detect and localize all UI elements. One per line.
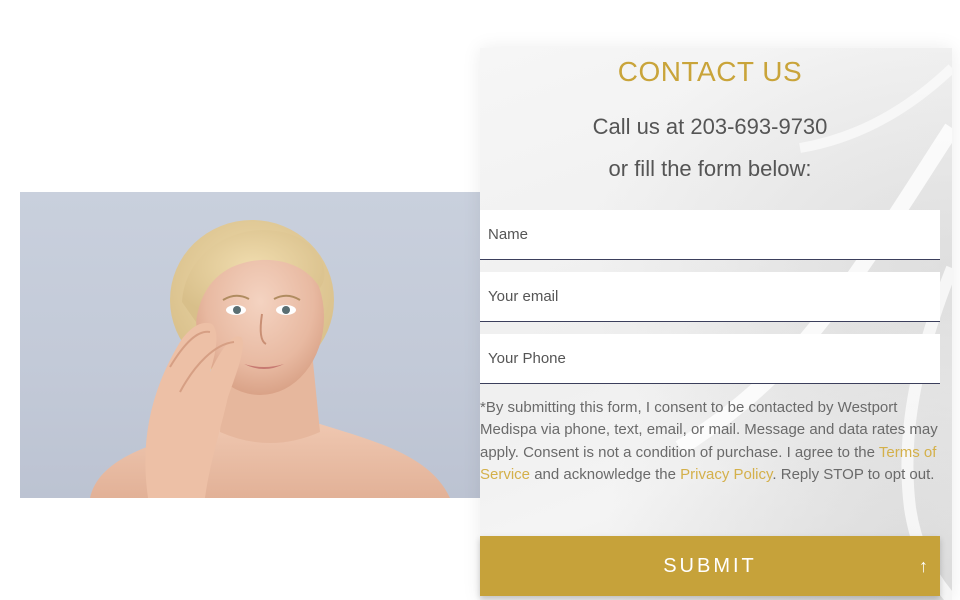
consent-text: *By submitting this form, I consent to b… (480, 397, 940, 487)
consent-text-part3: . Reply STOP to opt out. (772, 466, 935, 484)
contact-section: CONTACT US Call us at 203-693-9730 or fi… (0, 0, 960, 600)
phone-field[interactable] (480, 334, 940, 384)
arrow-up-icon: ↑ (919, 556, 928, 576)
email-field[interactable] (480, 272, 940, 322)
submit-label: SUBMIT (663, 555, 757, 577)
consent-text-part2: and acknowledge the (530, 466, 681, 484)
name-field[interactable] (480, 210, 940, 260)
woman-skincare-image (90, 220, 450, 498)
privacy-policy-link[interactable]: Privacy Policy (680, 466, 772, 483)
consent-text-part1: *By submitting this form, I consent to b… (480, 399, 938, 461)
fill-form-line: or fill the form below: (608, 156, 812, 181)
submit-button[interactable]: SUBMIT ↑ (480, 536, 940, 596)
hero-photo (20, 192, 480, 498)
contact-title: CONTACT US (617, 56, 803, 87)
call-us-line: Call us at 203-693-9730 (592, 114, 828, 139)
contact-form-panel: CONTACT US Call us at 203-693-9730 or fi… (480, 48, 952, 600)
